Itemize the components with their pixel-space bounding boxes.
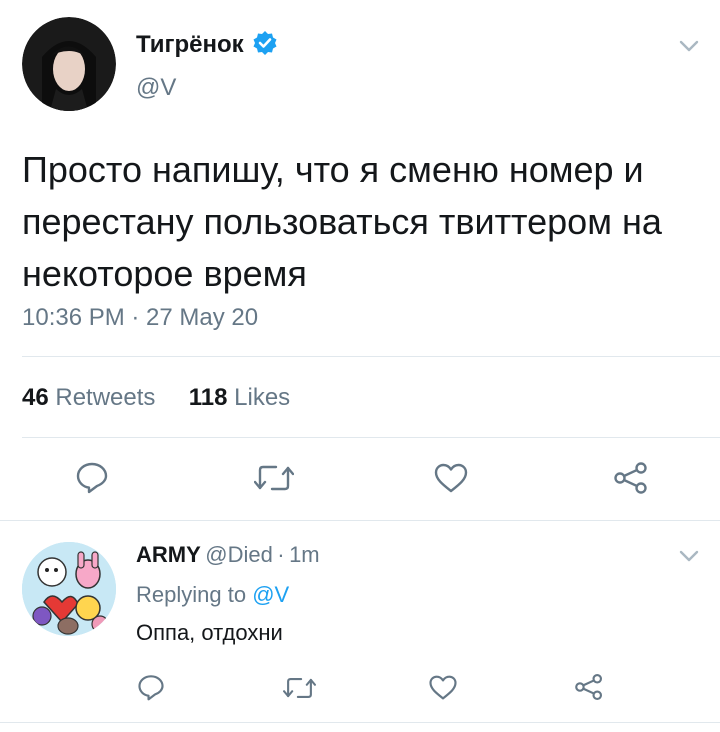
chevron-down-icon[interactable] <box>679 39 699 53</box>
author-handle[interactable]: @V <box>136 74 176 102</box>
reply-icon[interactable] <box>75 460 109 494</box>
divider <box>22 437 720 438</box>
reply-text: Оппа, отдохни <box>136 620 283 645</box>
retweets-count: 46 <box>22 384 49 411</box>
chevron-down-icon[interactable] <box>679 549 699 563</box>
divider <box>0 520 720 521</box>
reply-header: ARMY @Died · 1m <box>136 542 320 568</box>
divider <box>22 356 720 357</box>
verified-badge-icon <box>252 30 278 56</box>
retweets-label: Retweets <box>55 384 156 411</box>
replying-to-prefix: Replying to <box>136 582 247 607</box>
tweet-text: Просто напишу, что я сменю номер и перес… <box>22 149 662 294</box>
likes-stat[interactable]: 118 Likes <box>189 384 290 411</box>
tweet-timestamp[interactable]: 10:36 PM · 27 May 20 <box>22 304 258 332</box>
likes-count: 118 <box>188 384 228 411</box>
retweets-stat[interactable]: 46 Retweets <box>22 384 162 411</box>
share-icon[interactable] <box>613 461 649 495</box>
retweet-icon[interactable] <box>283 675 316 701</box>
reply-time[interactable]: 1m <box>289 542 320 567</box>
heart-icon[interactable] <box>433 462 469 494</box>
author-avatar[interactable] <box>22 17 116 111</box>
retweet-icon[interactable] <box>254 462 294 494</box>
reply-author-avatar[interactable] <box>22 542 116 636</box>
share-icon[interactable] <box>574 673 604 701</box>
replying-to: Replying to @V <box>136 582 289 608</box>
author-name-row: Тигрёнок <box>136 30 278 59</box>
author-name[interactable]: Тигрёнок <box>136 31 244 58</box>
reply-author-name[interactable]: ARMY <box>136 542 201 567</box>
likes-label: Likes <box>234 384 291 411</box>
divider <box>0 722 720 723</box>
reply-icon[interactable] <box>137 673 165 701</box>
reply-author-handle[interactable]: @Died <box>205 542 273 567</box>
reply-separator: · <box>277 542 285 567</box>
tweet-stats: 46 Retweets 118 Likes <box>22 384 290 412</box>
replying-to-handle[interactable]: @V <box>252 582 289 607</box>
heart-icon[interactable] <box>428 674 458 701</box>
